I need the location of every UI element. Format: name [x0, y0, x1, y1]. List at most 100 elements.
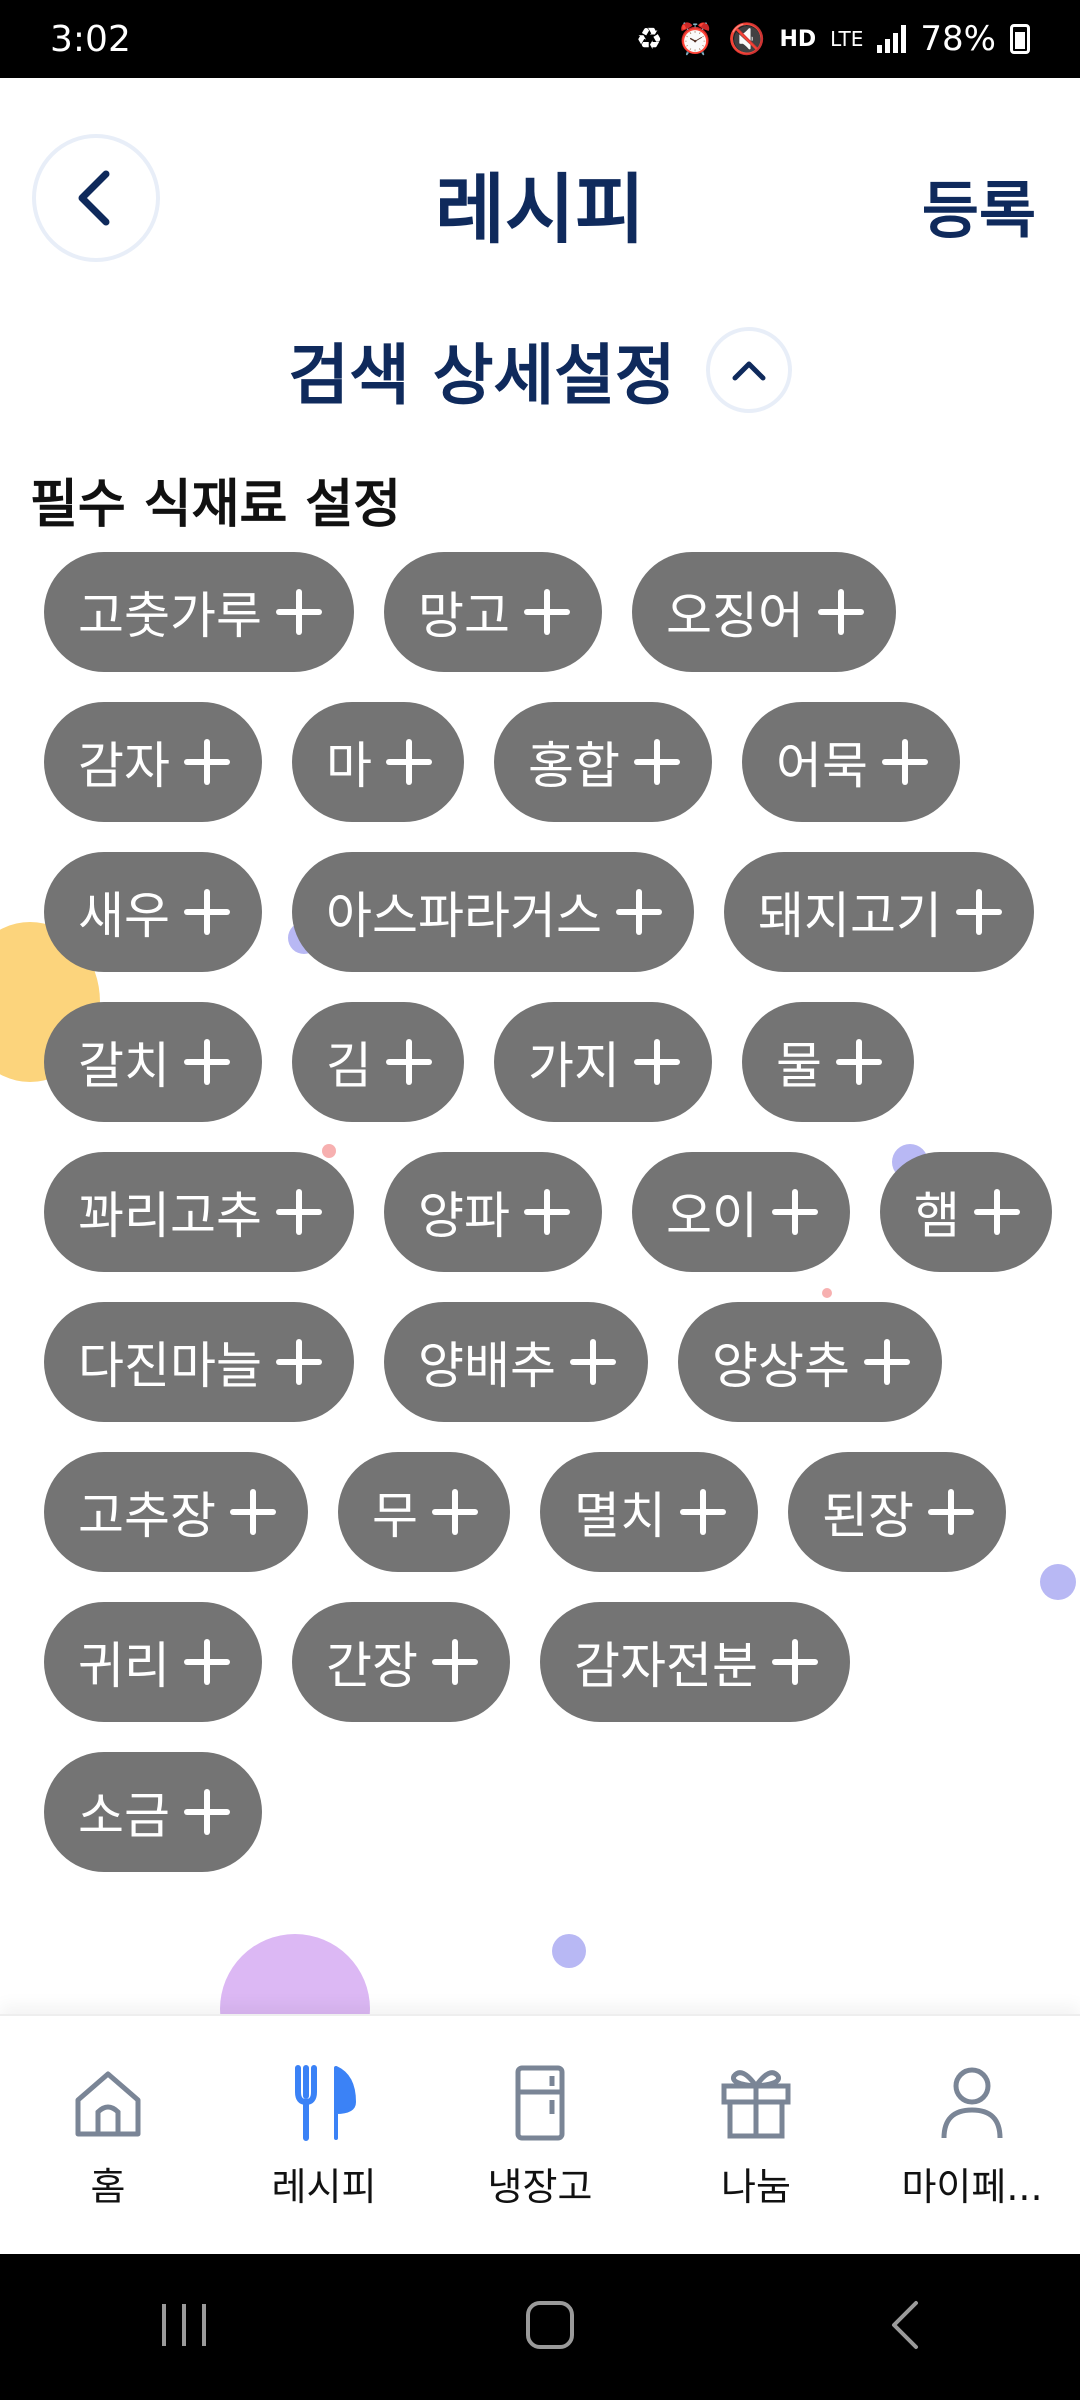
plus-icon: [882, 739, 928, 785]
ingredient-chip-label: 마: [326, 737, 372, 795]
home-icon: [68, 2062, 148, 2142]
plus-icon: [818, 589, 864, 635]
plus-icon: [386, 1039, 432, 1085]
plus-icon: [184, 1639, 230, 1685]
ingredient-chip[interactable]: 간장: [292, 1602, 510, 1722]
ingredient-chip-label: 양배추: [418, 1337, 556, 1395]
ingredient-chip[interactable]: 양파: [384, 1152, 602, 1272]
plus-icon: [974, 1189, 1020, 1235]
plus-icon: [386, 739, 432, 785]
home-system-button[interactable]: [522, 2297, 578, 2357]
ingredient-chip[interactable]: 다진마늘: [44, 1302, 354, 1422]
ingredient-chip[interactable]: 오이: [632, 1152, 850, 1272]
ingredient-chip-label: 망고: [418, 587, 510, 645]
ingredient-chip[interactable]: 망고: [384, 552, 602, 672]
plus-icon: [864, 1339, 910, 1385]
nav-item-share[interactable]: 나눔: [648, 2062, 864, 2211]
register-button[interactable]: 등록: [922, 160, 1036, 250]
ingredient-chip-label: 돼지고기: [758, 887, 942, 945]
ingredient-chip-label: 햄: [914, 1187, 960, 1245]
ingredient-chip-label: 아스파라거스: [326, 887, 602, 945]
ingredient-chip[interactable]: 돼지고기: [724, 852, 1034, 972]
ingredient-chip[interactable]: 햄: [880, 1152, 1052, 1272]
status-icons: ♻ ⏰ 🔇 HD LTE 78%: [636, 19, 1030, 59]
user-icon: [932, 2062, 1012, 2142]
plus-icon: [184, 1039, 230, 1085]
nav-item-home[interactable]: 홈: [0, 2062, 216, 2211]
status-bar: 3:02 ♻ ⏰ 🔇 HD LTE 78%: [0, 0, 1080, 78]
ingredient-chip[interactable]: 멸치: [540, 1452, 758, 1572]
search-detail-header: 검색 상세설정: [0, 320, 1080, 420]
collapse-button[interactable]: [705, 327, 792, 413]
plus-icon: [928, 1489, 974, 1535]
plus-icon: [230, 1489, 276, 1535]
status-time: 3:02: [50, 18, 131, 60]
plus-icon: [524, 589, 570, 635]
ingredient-chip-label: 감자전분: [574, 1637, 758, 1695]
plus-icon: [772, 1189, 818, 1235]
ingredient-chip[interactable]: 소금: [44, 1752, 262, 1872]
utensils-icon: [284, 2062, 364, 2142]
hd-voice-icon: HD: [779, 26, 817, 52]
mute-icon: 🔇: [728, 21, 766, 57]
system-back-icon: [892, 2301, 918, 2349]
ingredient-chip[interactable]: 무: [338, 1452, 510, 1572]
ingredient-chip-label: 간장: [326, 1637, 418, 1695]
ingredient-chip[interactable]: 귀리: [44, 1602, 262, 1722]
ingredient-chip-label: 꽈리고추: [78, 1187, 262, 1245]
nav-label-recipe: 레시피: [271, 2164, 377, 2209]
signal-icon: [877, 25, 907, 53]
nav-item-fridge[interactable]: 냉장고: [432, 2062, 648, 2211]
plus-icon: [276, 1339, 322, 1385]
ingredient-chip[interactable]: 아스파라거스: [292, 852, 694, 972]
ingredient-chip-label: 무: [372, 1487, 418, 1545]
decor-dot: [552, 1934, 586, 1968]
ingredient-chip[interactable]: 물: [742, 1002, 914, 1122]
app-header: 레시피 등록: [0, 78, 1080, 318]
ingredient-chip-label: 새우: [78, 887, 170, 945]
ingredient-chip[interactable]: 된장: [788, 1452, 1006, 1572]
ingredient-chip-label: 된장: [822, 1487, 914, 1545]
ingredient-chip[interactable]: 감자전분: [540, 1602, 850, 1722]
ingredient-chip[interactable]: 김: [292, 1002, 464, 1122]
ingredient-chip[interactable]: 양배추: [384, 1302, 648, 1422]
ingredient-chip[interactable]: 오징어: [632, 552, 896, 672]
ingredient-chip-label: 물: [776, 1037, 822, 1095]
battery-icon: [1010, 24, 1030, 54]
ingredient-chip-label: 김: [326, 1037, 372, 1095]
ingredient-chip[interactable]: 고추장: [44, 1452, 308, 1572]
recent-apps-icon: [162, 2304, 206, 2346]
plus-icon: [956, 889, 1002, 935]
plus-icon: [634, 739, 680, 785]
recent-apps-button[interactable]: [154, 2300, 214, 2354]
ingredient-chip-label: 가지: [528, 1037, 620, 1095]
fridge-icon: [500, 2062, 580, 2142]
ingredient-chip[interactable]: 고춧가루: [44, 552, 354, 672]
gift-icon: [716, 2062, 796, 2142]
ingredient-chip[interactable]: 갈치: [44, 1002, 262, 1122]
bottom-nav: 홈 레시피 냉장고 나눔 마이페...: [0, 2014, 1080, 2256]
ingredient-chip[interactable]: 감자: [44, 702, 262, 822]
nav-label-mypage: 마이페...: [901, 2164, 1043, 2209]
plus-icon: [836, 1039, 882, 1085]
nav-item-recipe[interactable]: 레시피: [216, 2062, 432, 2211]
recycle-icon: ♻: [635, 21, 663, 57]
alarm-icon: ⏰: [676, 21, 715, 57]
ingredient-chip[interactable]: 양상추: [678, 1302, 942, 1422]
nav-label-share: 나눔: [721, 2164, 791, 2209]
ingredient-chip[interactable]: 가지: [494, 1002, 712, 1122]
ingredient-chip-label: 다진마늘: [78, 1337, 262, 1395]
ingredient-chip-label: 오이: [666, 1187, 758, 1245]
ingredient-chip[interactable]: 마: [292, 702, 464, 822]
ingredient-chip[interactable]: 새우: [44, 852, 262, 972]
ingredient-chip[interactable]: 홍합: [494, 702, 712, 822]
ingredient-chip-label: 홍합: [528, 737, 620, 795]
ingredient-chip-label: 갈치: [78, 1037, 170, 1095]
battery-percent: 78%: [920, 19, 996, 59]
system-nav-bar: [0, 2254, 1080, 2400]
nav-item-mypage[interactable]: 마이페...: [864, 2062, 1080, 2211]
ingredient-chip[interactable]: 어묵: [742, 702, 960, 822]
ingredient-chip[interactable]: 꽈리고추: [44, 1152, 354, 1272]
ingredient-chip-label: 고춧가루: [78, 587, 262, 645]
system-back-button[interactable]: [886, 2297, 926, 2357]
